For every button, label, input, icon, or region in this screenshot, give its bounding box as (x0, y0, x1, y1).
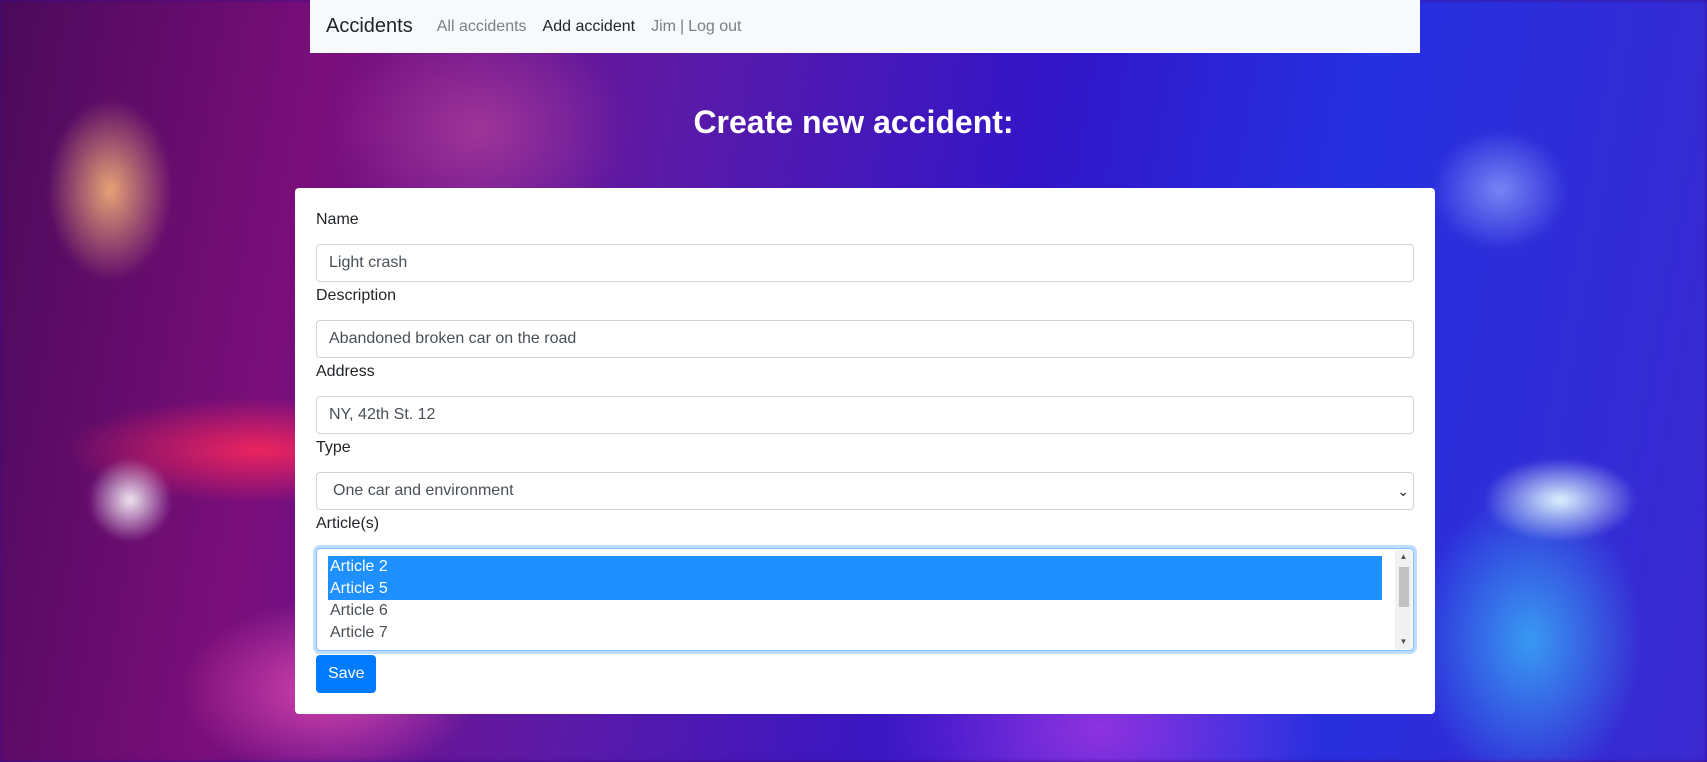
description-input[interactable]: Abandoned broken car on the road (316, 320, 1414, 358)
article-option[interactable]: Article 2 (328, 556, 1382, 578)
address-label: Address (316, 363, 375, 380)
description-label: Description (316, 287, 397, 304)
type-label: Type (316, 439, 351, 456)
type-select[interactable]: One car and environment ⌄ (316, 472, 1414, 510)
name-label: Name (316, 211, 359, 228)
article-option[interactable]: Article 7 (328, 622, 1382, 644)
article-option[interactable]: Article 5 (328, 578, 1382, 600)
nav-username: Jim (651, 17, 676, 35)
articles-multiselect[interactable]: Article 2 Article 5 Article 6 Article 7 … (316, 548, 1414, 651)
articles-scrollbar[interactable]: ▲ ▼ (1395, 550, 1412, 649)
page-title: Create new accident: (693, 104, 1014, 140)
save-button[interactable]: Save (316, 655, 377, 693)
article-option[interactable]: Article 6 (328, 600, 1382, 622)
nav-user-area: Jim | Log out (651, 18, 741, 36)
nav-separator: | (679, 17, 685, 35)
nav-link-add-accident[interactable]: Add accident (543, 18, 636, 36)
scroll-down-arrow-icon[interactable]: ▼ (1395, 635, 1412, 649)
navbar-brand[interactable]: Accidents (326, 15, 413, 38)
articles-label: Article(s) (316, 515, 380, 532)
scroll-up-arrow-icon[interactable]: ▲ (1395, 550, 1412, 564)
accident-form-card: Name Light crash Description Abandoned b… (295, 188, 1435, 714)
scroll-thumb[interactable] (1399, 567, 1409, 607)
nav-link-all-accidents[interactable]: All accidents (437, 18, 527, 36)
chevron-down-icon: ⌄ (1397, 483, 1409, 499)
address-input[interactable]: NY, 42th St. 12 (316, 396, 1414, 434)
logout-link[interactable]: Log out (688, 18, 741, 35)
type-select-value: One car and environment (333, 482, 514, 499)
navbar: Accidents All accidents Add accident Jim… (310, 0, 1420, 53)
name-input[interactable]: Light crash (316, 244, 1414, 282)
